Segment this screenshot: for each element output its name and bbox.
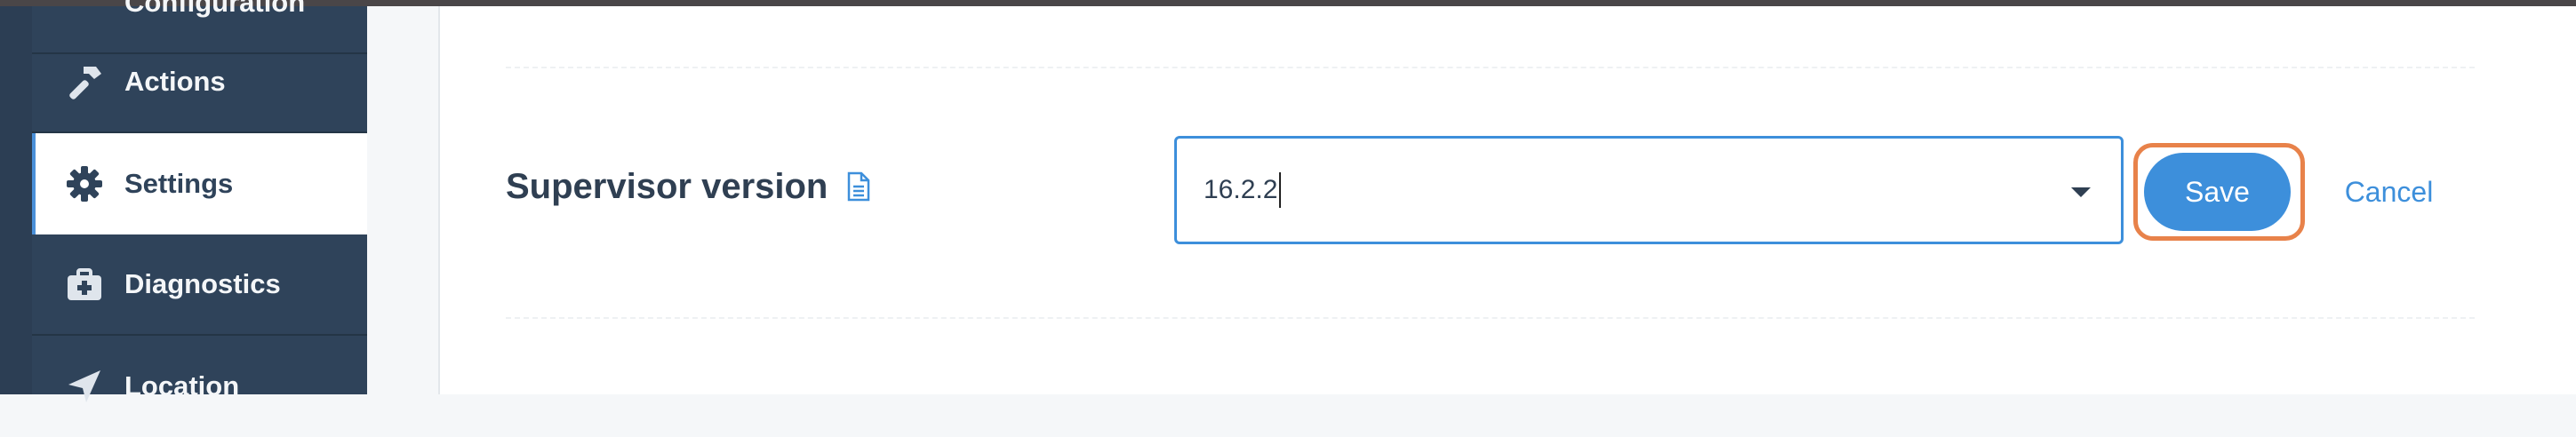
text-cursor <box>1279 172 1282 208</box>
medkit-icon <box>62 262 107 306</box>
section-divider-bottom <box>506 317 2475 319</box>
save-button[interactable]: Save <box>2144 153 2291 231</box>
cancel-link[interactable]: Cancel <box>2329 153 2449 231</box>
supervisor-version-select[interactable]: 16.2.2 <box>1174 136 2124 244</box>
sidebar-item-label: Location <box>124 370 240 401</box>
hammer-icon <box>62 60 107 104</box>
sidebar-item-settings[interactable]: Settings <box>32 133 367 234</box>
sliders-icon <box>62 0 107 25</box>
select-value: 16.2.2 <box>1204 175 1278 204</box>
sidebar-item-label: Diagnostics <box>124 268 281 299</box>
sidebar-item-label: Actions <box>124 66 226 97</box>
window-top-bar <box>0 0 2576 6</box>
setting-label: Supervisor version <box>506 166 828 206</box>
sidebar-item-diagnostics[interactable]: Diagnostics <box>32 234 367 336</box>
gear-icon <box>62 162 107 206</box>
location-arrow-icon <box>62 364 107 409</box>
section-divider-top <box>506 67 2475 68</box>
sidebar-item-actions[interactable]: Actions <box>32 32 367 133</box>
sidebar-item-location[interactable]: Location <box>32 336 367 437</box>
sidebar: Configuration Actions Settings Diagnosti… <box>0 0 367 402</box>
document-icon[interactable] <box>847 171 870 202</box>
chevron-down-icon[interactable] <box>2071 187 2091 197</box>
sidebar-item-label: Configuration <box>124 0 306 18</box>
sidebar-item-label: Settings <box>124 168 234 199</box>
setting-row-label: Supervisor version <box>506 160 870 213</box>
